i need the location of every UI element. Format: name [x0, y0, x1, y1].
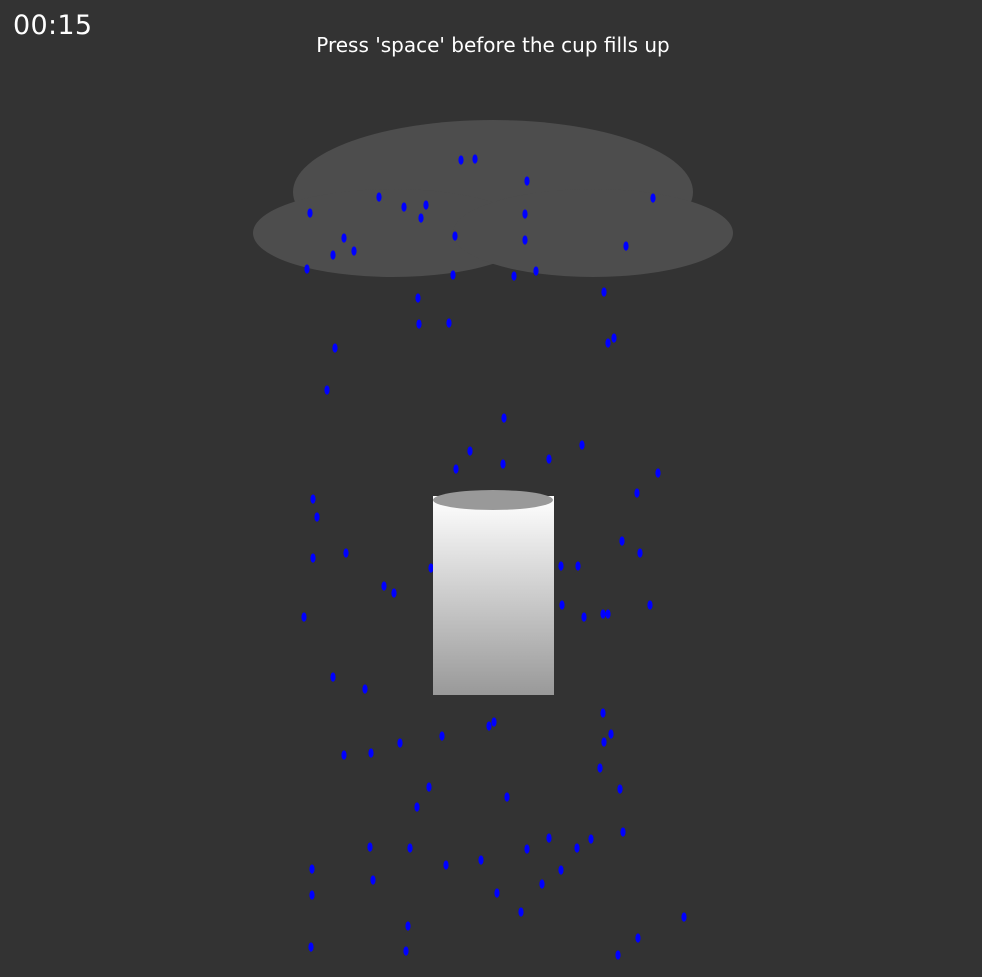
raindrop [310, 494, 316, 504]
raindrop [401, 202, 407, 212]
raindrop [491, 717, 497, 727]
raindrop [439, 731, 445, 741]
cup-rim [433, 490, 553, 510]
raindrop [546, 454, 552, 464]
raindrop [623, 241, 629, 251]
raindrop [559, 600, 565, 610]
raindrop [511, 271, 517, 281]
raindrop [362, 684, 368, 694]
raindrop [368, 748, 374, 758]
raindrop [381, 581, 387, 591]
raindrop [615, 950, 621, 960]
raindrop [397, 738, 403, 748]
game-stage[interactable]: 00:15 Press 'space' before the cup fills… [0, 0, 982, 977]
raindrop [391, 588, 397, 598]
raindrop [500, 459, 506, 469]
raindrop [486, 721, 492, 731]
raindrop [308, 942, 314, 952]
raindrop [647, 600, 653, 610]
raindrop [605, 609, 611, 619]
raindrop [588, 834, 594, 844]
raindrop [309, 890, 315, 900]
raindrop [423, 200, 429, 210]
raindrop [310, 553, 316, 563]
raindrop [452, 231, 458, 241]
game-scene [253, 120, 733, 960]
raindrop [575, 561, 581, 571]
raindrop [620, 827, 626, 837]
raindrop [533, 266, 539, 276]
raindrop [522, 235, 528, 245]
raindrop [611, 333, 617, 343]
raindrop [446, 318, 452, 328]
raindrop [558, 561, 564, 571]
raindrop [351, 246, 357, 256]
raindrop [494, 888, 500, 898]
raindrop [416, 319, 422, 329]
raindrop [332, 343, 338, 353]
raindrop [681, 912, 687, 922]
raindrop [330, 672, 336, 682]
raindrop [370, 875, 376, 885]
raindrop [635, 933, 641, 943]
raindrop [330, 250, 336, 260]
raindrop [518, 907, 524, 917]
raindrop [579, 440, 585, 450]
raindrop [343, 548, 349, 558]
raindrop [450, 270, 456, 280]
rain-cloud [253, 120, 733, 277]
raindrop [309, 864, 315, 874]
raindrop [524, 844, 530, 854]
cup [433, 490, 554, 695]
raindrop [574, 843, 580, 853]
raindrop [307, 208, 313, 218]
cup-body [433, 496, 554, 695]
raindrop [414, 802, 420, 812]
raindrop [472, 154, 478, 164]
raindrop [314, 512, 320, 522]
raindrop [453, 464, 459, 474]
raindrop [478, 855, 484, 865]
raindrop [619, 536, 625, 546]
raindrop [504, 792, 510, 802]
raindrop [637, 548, 643, 558]
raindrop [376, 192, 382, 202]
raindrop [405, 921, 411, 931]
raindrop [634, 488, 640, 498]
raindrop [655, 468, 661, 478]
raindrop [428, 563, 434, 573]
raindrop [524, 176, 530, 186]
raindrop [304, 264, 310, 274]
raindrop [546, 833, 552, 843]
raindrop [600, 609, 606, 619]
raindrop [324, 385, 330, 395]
raindrop [605, 338, 611, 348]
raindrop [601, 737, 607, 747]
raindrop [467, 446, 473, 456]
raindrop [539, 879, 545, 889]
raindrop [600, 708, 606, 718]
raindrop [407, 843, 413, 853]
raindrop [501, 413, 507, 423]
raindrop [426, 782, 432, 792]
raindrop [558, 865, 564, 875]
raindrop [415, 293, 421, 303]
raindrop [301, 612, 307, 622]
raindrop [341, 750, 347, 760]
raindrop [597, 763, 603, 773]
raindrop [650, 193, 656, 203]
raindrop [617, 784, 623, 794]
raindrop [608, 729, 614, 739]
raindrop [458, 155, 464, 165]
raindrop [443, 860, 449, 870]
raindrop [403, 946, 409, 956]
raindrop [581, 612, 587, 622]
raindrop [522, 209, 528, 219]
raindrop [341, 233, 347, 243]
raindrop [418, 213, 424, 223]
raindrop [367, 842, 373, 852]
raindrop [601, 287, 607, 297]
